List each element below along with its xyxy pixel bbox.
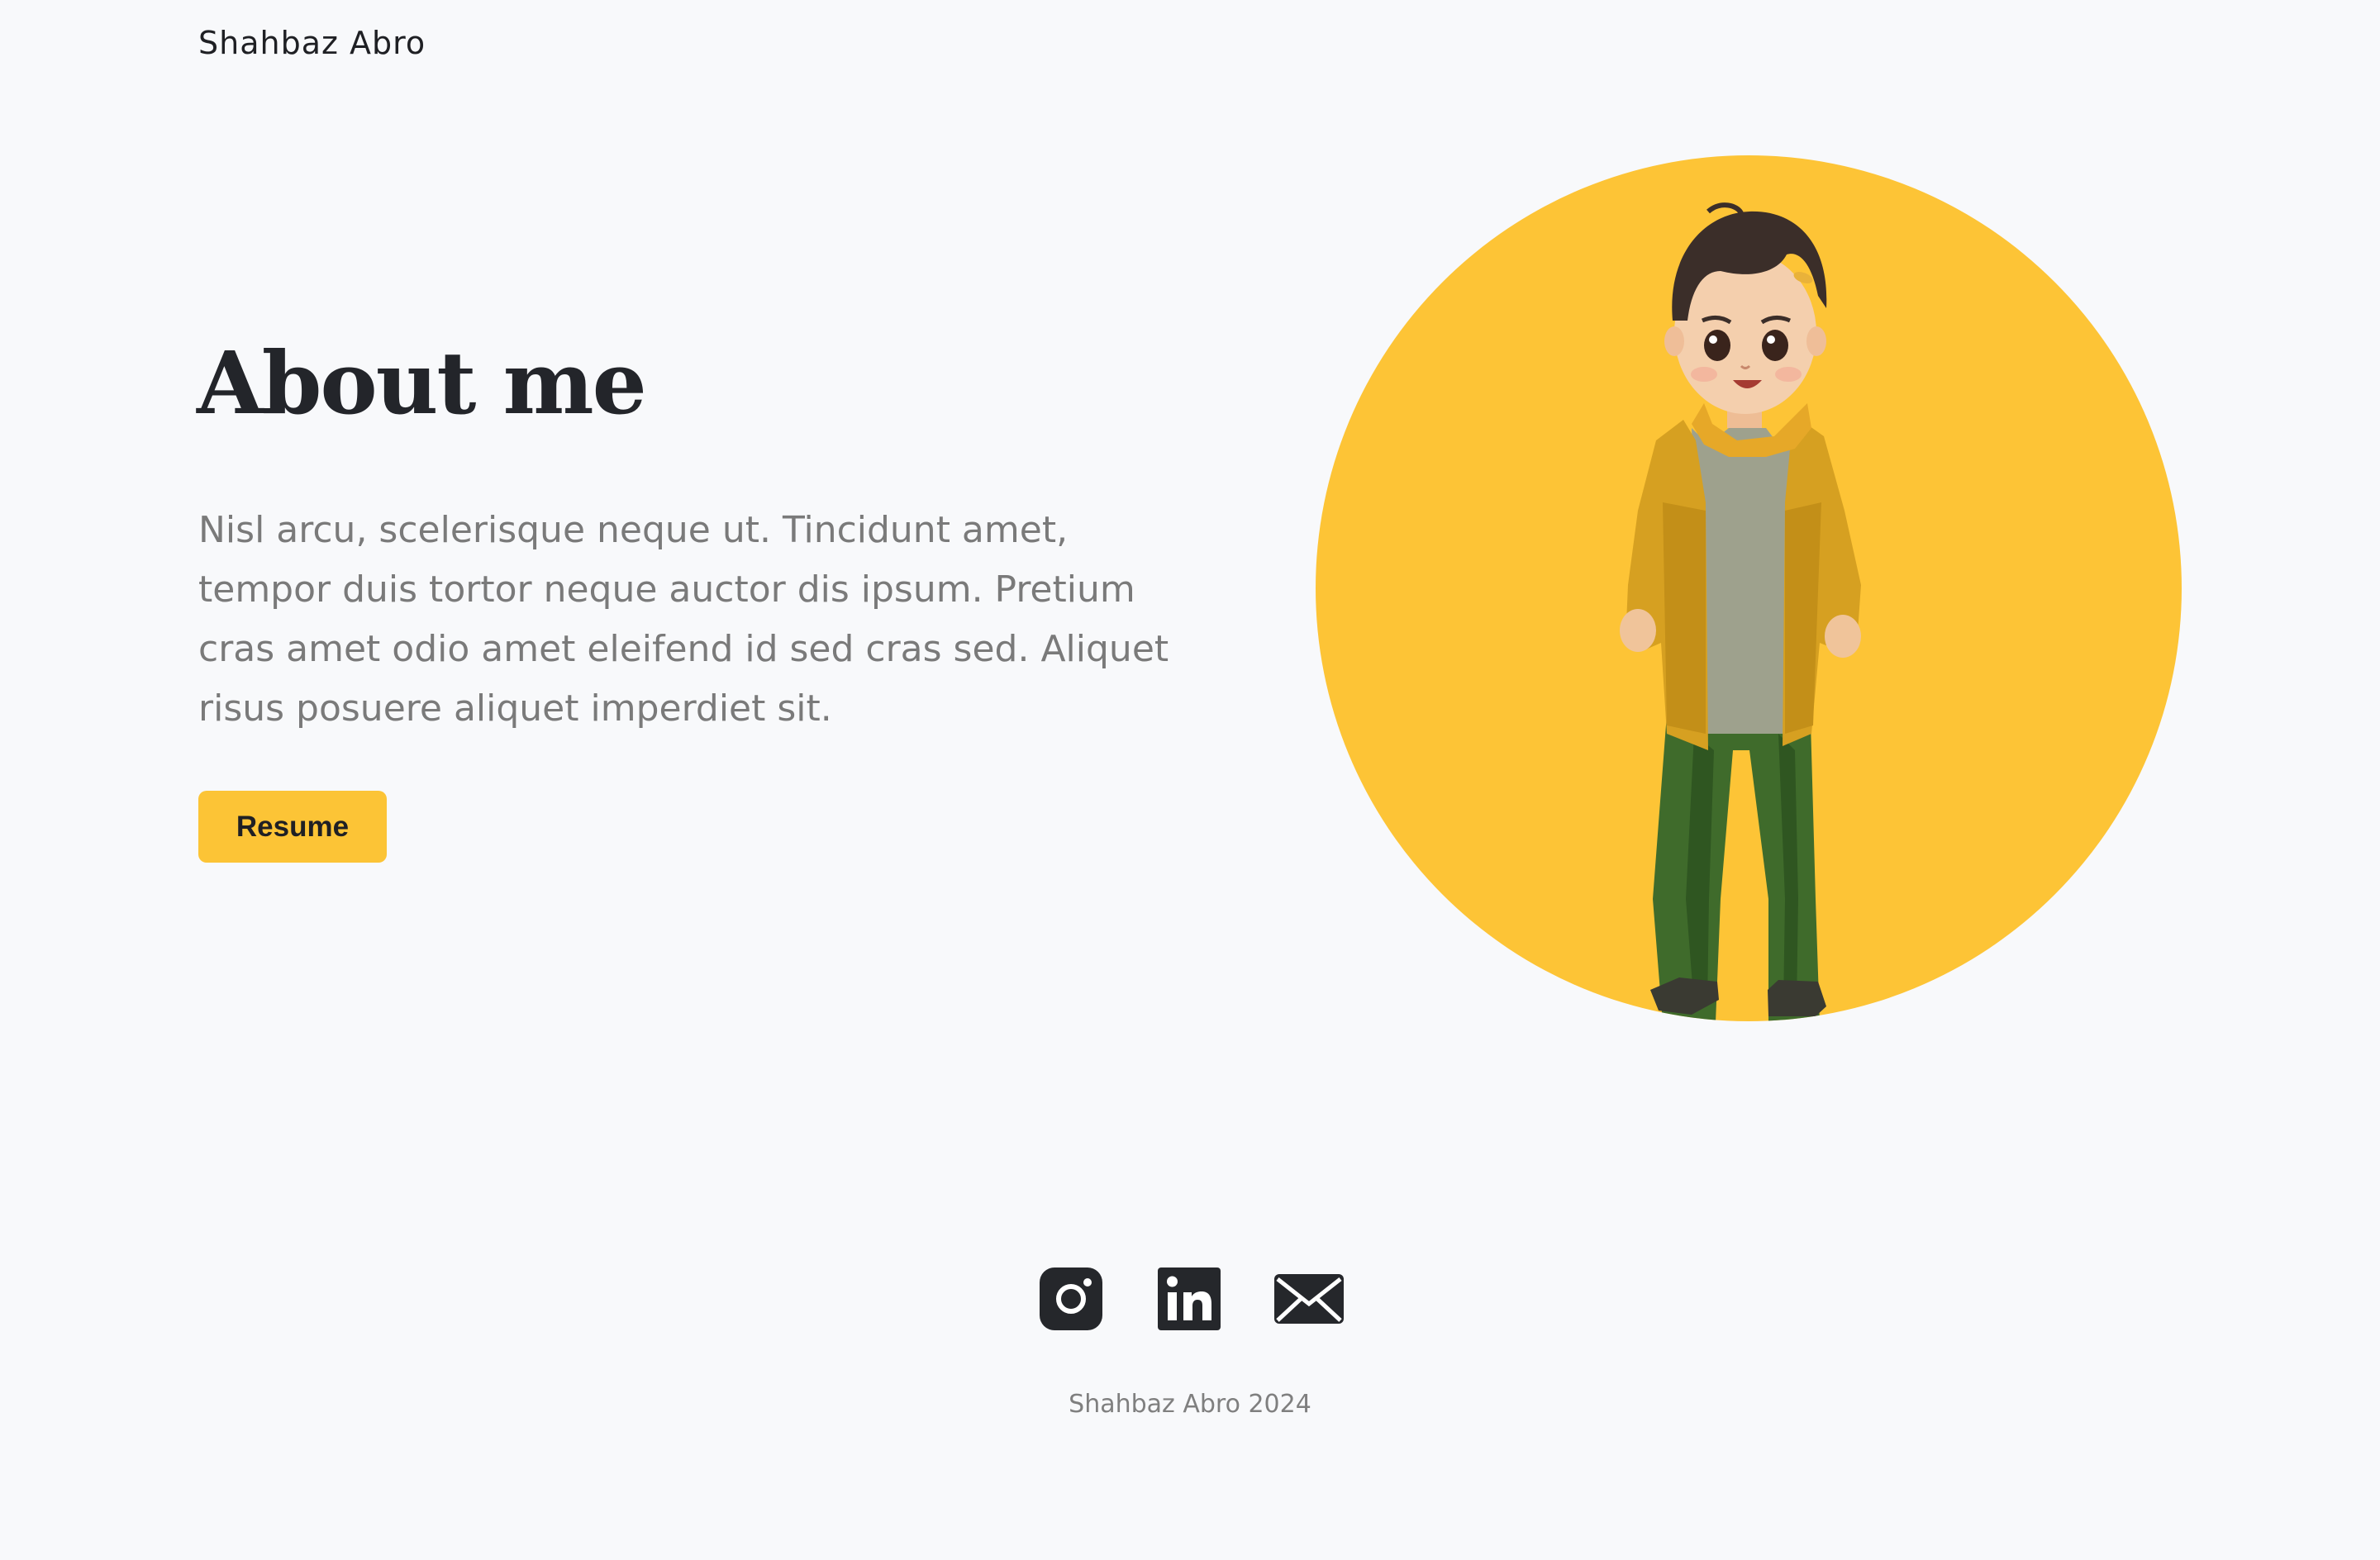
linkedin-icon	[1158, 1268, 1221, 1330]
brand-name[interactable]: Shahbaz Abro	[198, 25, 426, 61]
boy-illustration-icon	[1620, 202, 1861, 1021]
portrait-avatar	[1316, 155, 2182, 1021]
linkedin-link[interactable]	[1156, 1266, 1222, 1332]
email-link[interactable]	[1274, 1266, 1344, 1332]
instagram-link[interactable]	[1038, 1266, 1104, 1332]
instagram-icon	[1040, 1268, 1102, 1330]
social-links	[1038, 1266, 1344, 1332]
hero-description: Nisl arcu, scelerisque neque ut. Tincidu…	[198, 509, 1169, 730]
resume-button[interactable]: Resume	[198, 791, 387, 863]
page-title: About me	[197, 332, 647, 434]
copyright-text: Shahbaz Abro 2024	[1069, 1390, 1311, 1419]
mail-icon	[1274, 1274, 1344, 1324]
